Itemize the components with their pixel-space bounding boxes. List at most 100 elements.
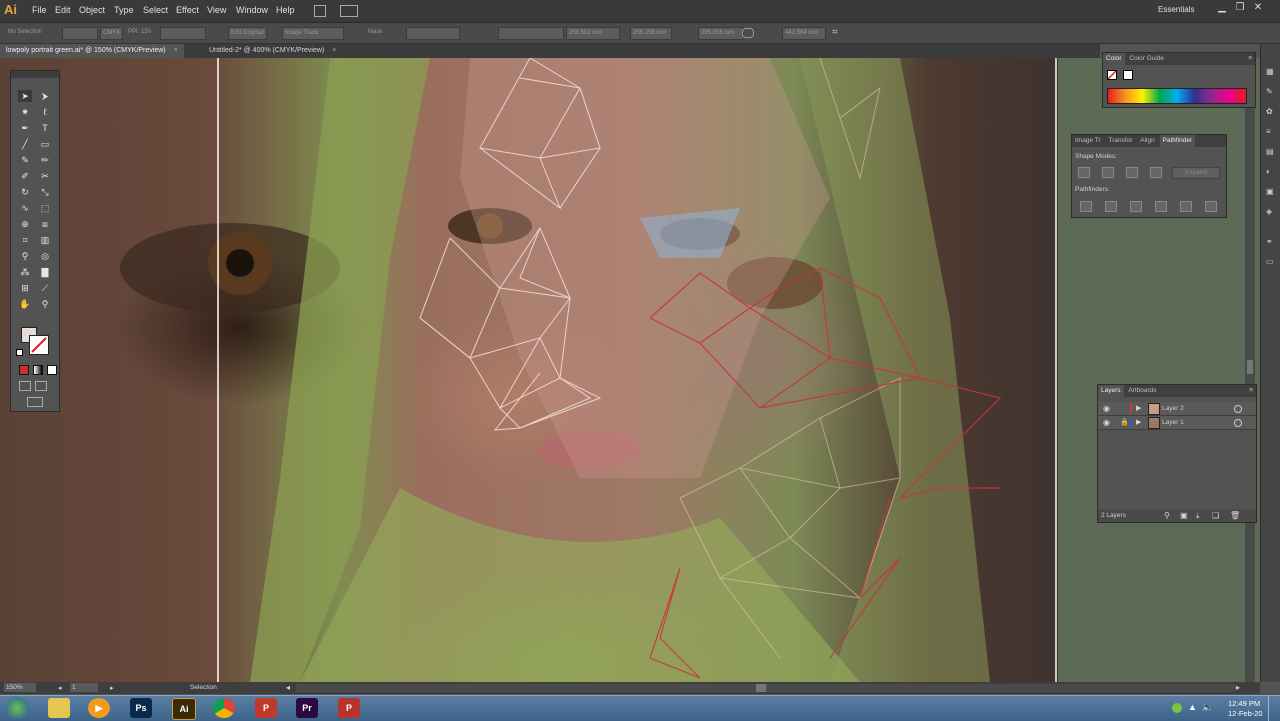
free-transform-tool-icon[interactable]: ⬚ — [38, 202, 52, 214]
target-icon[interactable] — [1234, 419, 1242, 427]
zoom-level-field[interactable]: 150% — [4, 683, 36, 692]
mask-button[interactable]: Mask — [366, 27, 384, 38]
panel-menu-icon[interactable]: ≡ — [1245, 53, 1255, 65]
tab-layers[interactable]: Layers — [1098, 385, 1124, 397]
brushes-icon[interactable]: ✎ — [1266, 88, 1276, 96]
divide-button[interactable] — [1080, 201, 1092, 212]
default-colors-icon[interactable] — [16, 349, 23, 356]
tab-pathfinder[interactable]: Pathfinder — [1159, 135, 1196, 147]
constrain-link-icon[interactable] — [742, 28, 754, 38]
line-tool-icon[interactable]: ╱ — [18, 138, 32, 150]
graphic-styles-icon[interactable]: ◈ — [1266, 208, 1276, 216]
close-button[interactable]: ✕ — [1250, 2, 1266, 14]
camtasia-icon[interactable]: P — [338, 698, 360, 718]
symbols-icon[interactable]: ✿ — [1266, 108, 1276, 116]
rectangle-tool-icon[interactable]: ▭ — [38, 138, 52, 150]
blend-tool-icon[interactable]: ◎ — [38, 250, 52, 262]
premiere-icon[interactable]: Pr — [296, 698, 318, 718]
gradient-mode-icon[interactable] — [33, 365, 43, 375]
perspective-grid-tool-icon[interactable]: ⧈ — [38, 218, 52, 230]
screen-mode-icon[interactable] — [27, 397, 43, 407]
layer-row[interactable]: ◉ ▶ Layer 2 — [1098, 402, 1256, 416]
restore-button[interactable]: ❐ — [1232, 2, 1248, 14]
volume-icon[interactable]: 🔈 — [1202, 702, 1213, 713]
artboard-tool-icon[interactable]: ⊞ — [18, 282, 32, 294]
tab-transform[interactable]: Transfor — [1105, 137, 1135, 144]
locate-object-icon[interactable]: ⚲ — [1164, 511, 1170, 520]
stroke-white-swatch[interactable] — [1123, 70, 1133, 80]
scroll-left-icon[interactable]: ◂ — [286, 683, 290, 692]
image-trace-button[interactable]: Image Trace — [282, 27, 344, 40]
symbol-sprayer-tool-icon[interactable]: ⁂ — [18, 266, 32, 278]
fill-none-swatch[interactable] — [1107, 70, 1117, 80]
minimize-button[interactable]: ▁ — [1214, 2, 1230, 14]
artboards-icon[interactable]: ▭ — [1266, 258, 1276, 266]
eraser-tool-icon[interactable]: ✂ — [38, 170, 52, 182]
menu-view[interactable]: View — [207, 5, 226, 15]
slice-tool-icon[interactable]: ⟋ — [38, 282, 52, 294]
appearance-icon[interactable]: ▣ — [1266, 188, 1276, 196]
tab-close-icon[interactable]: × — [332, 47, 336, 54]
menu-object[interactable]: Object — [79, 5, 105, 15]
y-field[interactable]: 258.256 mm — [630, 27, 672, 40]
panel-menu-icon[interactable]: ≡ — [1246, 385, 1256, 397]
vertical-scrollbar[interactable] — [1245, 58, 1255, 682]
merge-button[interactable] — [1130, 201, 1142, 212]
next-artboard-icon[interactable]: ▸ — [110, 684, 114, 692]
tab-untitled-2[interactable]: Untitled-2* @ 400% (CMYK/Preview) × — [203, 44, 342, 58]
tab-lowpoly-portrait[interactable]: lowpoly portrait green.ai* @ 150% (CMYK/… — [0, 44, 184, 58]
first-artboard-icon[interactable]: ◂ — [58, 684, 62, 692]
stroke-icon[interactable]: ≡ — [1266, 128, 1276, 136]
unite-button[interactable] — [1078, 167, 1090, 178]
scroll-thumb[interactable] — [1247, 360, 1253, 374]
menu-select[interactable]: Select — [143, 5, 168, 15]
menu-effect[interactable]: Effect — [176, 5, 199, 15]
bridge-icon[interactable] — [314, 5, 326, 17]
layer-row[interactable]: ◉ 🔒 ▶ Layer 1 — [1098, 416, 1256, 430]
network-icon[interactable]: ▲ — [1188, 702, 1197, 712]
start-button-icon[interactable] — [6, 697, 28, 719]
zoom-tool-icon[interactable]: ⚲ — [38, 298, 52, 310]
column-graph-tool-icon[interactable]: ▇ — [38, 266, 52, 278]
pen-tool-icon[interactable]: ✒ — [18, 122, 32, 134]
edit-original-button[interactable]: Edit Original — [228, 27, 267, 40]
color-spectrum-bar[interactable] — [1107, 88, 1247, 104]
tools-panel-header[interactable] — [11, 71, 59, 78]
layer-name[interactable]: Layer 2 — [1162, 405, 1184, 412]
menu-window[interactable]: Window — [236, 5, 268, 15]
transparency-icon[interactable]: ◐ — [1266, 168, 1276, 176]
color-mode-icon[interactable] — [19, 365, 29, 375]
opacity-field[interactable] — [406, 27, 460, 40]
trim-button[interactable] — [1105, 201, 1117, 212]
target-icon[interactable] — [1234, 405, 1242, 413]
media-player-icon[interactable]: ▶ — [88, 698, 110, 718]
tab-close-icon[interactable]: × — [174, 47, 178, 54]
blob-brush-tool-icon[interactable]: ✐ — [18, 170, 32, 182]
fill-swatch[interactable] — [62, 27, 98, 40]
links-icon[interactable]: ⚭ — [1266, 238, 1276, 246]
gradient-icon[interactable]: ▤ — [1266, 148, 1276, 156]
minus-front-button[interactable] — [1102, 167, 1114, 178]
gradient-tool-icon[interactable]: ▥ — [38, 234, 52, 246]
arrange-documents-icon[interactable] — [340, 5, 358, 17]
workspace-switcher[interactable]: Essentials — [1158, 5, 1194, 14]
shape-builder-tool-icon[interactable]: ⊕ — [18, 218, 32, 230]
visibility-eye-icon[interactable]: ◉ — [1103, 404, 1110, 413]
chrome-icon[interactable] — [213, 698, 235, 718]
direct-selection-tool-icon[interactable]: ⮞ — [38, 90, 52, 102]
none-mode-icon[interactable] — [47, 365, 57, 375]
illustrator-icon[interactable]: Ai — [172, 698, 196, 720]
new-layer-icon[interactable]: ❏ — [1212, 511, 1219, 520]
draw-normal-icon[interactable] — [19, 381, 31, 391]
w-field[interactable]: 295.056 mm — [698, 27, 744, 40]
exclude-button[interactable] — [1150, 167, 1162, 178]
rotate-tool-icon[interactable]: ↻ — [18, 186, 32, 198]
x-field[interactable]: 258.502 mm — [566, 27, 620, 40]
tab-image-trace[interactable]: Image Tr — [1072, 137, 1104, 144]
menu-type[interactable]: Type — [114, 5, 134, 15]
paintbrush-tool-icon[interactable]: ✎ — [18, 154, 32, 166]
swatches-icon[interactable]: ▦ — [1266, 68, 1276, 76]
selection-tool-icon[interactable]: ➤ — [18, 90, 32, 102]
warp-tool-icon[interactable]: ∿ — [18, 202, 32, 214]
powerpoint-icon[interactable]: P — [255, 698, 277, 718]
